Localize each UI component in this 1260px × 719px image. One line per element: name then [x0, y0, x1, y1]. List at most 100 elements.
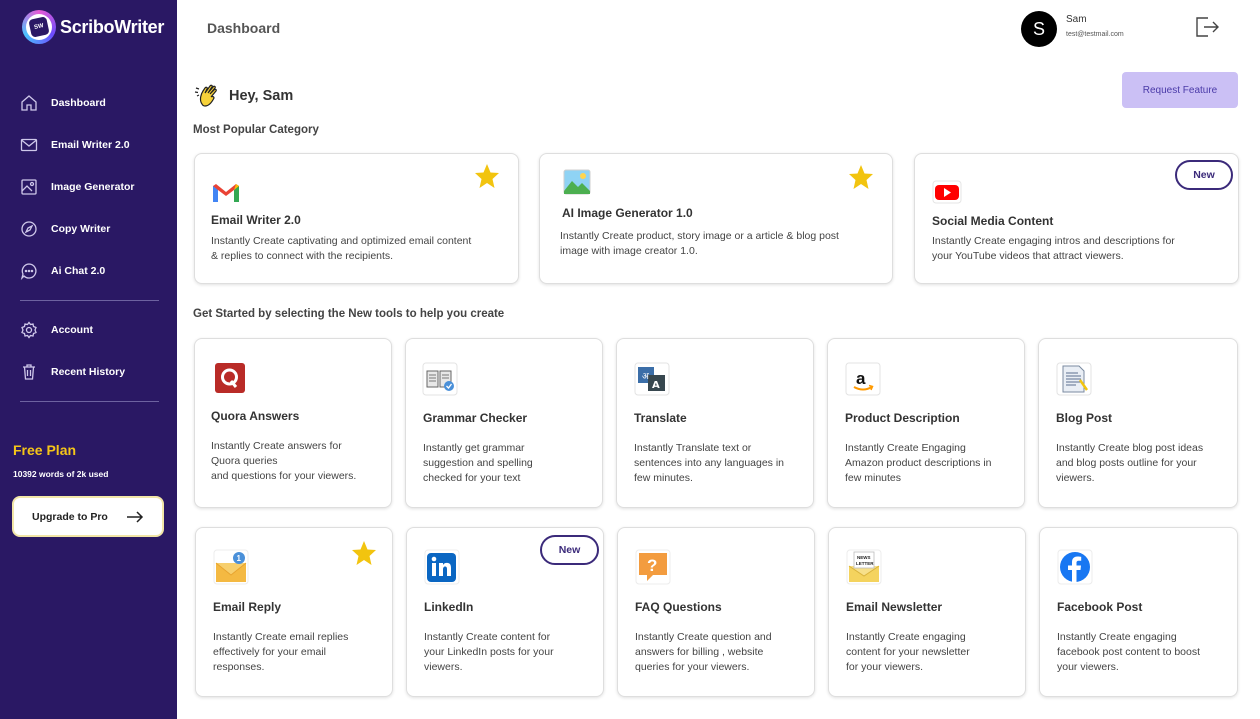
sidebar-item-label: Copy Writer [51, 223, 111, 235]
sidebar-item-label: Ai Chat 2.0 [51, 265, 106, 277]
greeting-text: Hey, Sam [229, 88, 294, 104]
star-icon [352, 541, 376, 565]
tool-card-faq-questions[interactable]: ? FAQ Questions Instantly Create questio… [617, 527, 815, 697]
upgrade-button-label: Upgrade to Pro [32, 510, 108, 523]
popular-section-title: Most Popular Category [193, 124, 319, 136]
logo-badge-icon: SW [22, 10, 56, 44]
sidebar-item-email-writer[interactable]: Email Writer 2.0 [0, 124, 177, 166]
quora-icon [215, 363, 245, 393]
waving-hand-icon [194, 84, 217, 107]
sidebar-item-recent-history[interactable]: Recent History [0, 351, 177, 393]
logout-button[interactable] [1194, 15, 1220, 39]
greeting: Hey, Sam [193, 82, 293, 110]
gmail-icon [213, 184, 239, 202]
sidebar-item-ai-chat[interactable]: Ai Chat 2.0 [0, 250, 177, 292]
svg-text:NEWS: NEWS [857, 555, 871, 560]
card-description: Instantly Create captivating and optimiz… [211, 235, 472, 262]
youtube-icon [932, 180, 962, 204]
card-title: Social Media Content [932, 214, 1054, 228]
card-title: Facebook Post [1057, 600, 1143, 614]
arrow-right-icon [127, 510, 144, 523]
sidebar-item-dashboard[interactable]: Dashboard [0, 82, 177, 124]
logout-icon [1196, 17, 1219, 37]
tool-card-facebook-post[interactable]: Facebook Post Instantly Create engaging … [1039, 527, 1238, 697]
card-title: Translate [634, 411, 687, 425]
card-description: Instantly Create answers for Quora queri… [211, 440, 357, 482]
card-description: Instantly Translate text or sentences in… [634, 442, 785, 484]
card-title: FAQ Questions [635, 600, 722, 614]
sidebar-item-label: Recent History [51, 366, 126, 378]
trash-icon [23, 364, 35, 380]
page-title: Dashboard [207, 20, 281, 36]
card-description: Instantly Create Engaging Amazon product… [845, 442, 992, 484]
card-description: Instantly Create email replies effective… [213, 631, 349, 673]
document-icon [1056, 362, 1092, 396]
card-description: Instantly Create engaging facebook post … [1057, 631, 1201, 673]
star-icon [849, 165, 873, 189]
image-generator-icon [563, 169, 591, 195]
card-title: Quora Answers [211, 409, 300, 423]
plan-title: Free Plan [13, 442, 77, 458]
card-description: Instantly Create engaging intros and des… [932, 235, 1175, 262]
card-description: Instantly get grammar suggestion and spe… [423, 442, 533, 484]
amazon-icon: a [845, 362, 881, 396]
tool-card-translate[interactable]: अ A Translate Instantly Translate text o… [616, 338, 814, 508]
card-title: Grammar Checker [423, 411, 528, 425]
new-tools-section-title: Get Started by selecting the New tools t… [193, 308, 505, 320]
tool-card-quora-answers[interactable]: Quora Answers Instantly Create answers f… [194, 338, 392, 508]
svg-text:A: A [652, 380, 660, 391]
sidebar-item-label: Image Generator [51, 181, 135, 193]
image-icon [21, 179, 37, 195]
tool-card-email-newsletter[interactable]: NEWS LETTER Email Newsletter Instantly C… [828, 527, 1026, 697]
card-description: Instantly Create product, story image or… [560, 230, 839, 257]
sidebar-divider [20, 401, 159, 402]
sidebar-item-account[interactable]: Account [0, 309, 177, 351]
upgrade-button[interactable]: Upgrade to Pro [12, 496, 164, 537]
chat-icon [20, 263, 37, 280]
card-title: Email Reply [213, 600, 282, 614]
gear-icon [21, 321, 37, 339]
card-description: Instantly Create content for your Linked… [424, 631, 554, 673]
tool-card-grammar-checker[interactable]: Grammar Checker Instantly get grammar su… [405, 338, 603, 508]
new-badge: New [540, 535, 599, 565]
sidebar-item-copy-writer[interactable]: Copy Writer [0, 208, 177, 250]
new-badge: New [1175, 160, 1233, 190]
card-description: Instantly Create blog post ideas and blo… [1056, 442, 1204, 484]
sidebar: SW ScriboWriter Dashboard Email Writer 2… [0, 0, 177, 719]
popular-card-social-media-content[interactable]: Social Media Content Instantly Create en… [914, 153, 1239, 284]
envelope-notification-icon: 1 [213, 549, 249, 585]
tool-card-linkedin[interactable]: LinkedIn Instantly Create content for yo… [406, 527, 604, 697]
app-logo[interactable]: SW ScriboWriter [22, 10, 164, 44]
card-title: Email Newsletter [846, 600, 943, 614]
card-title: AI Image Generator 1.0 [562, 206, 693, 220]
mail-icon [20, 138, 38, 152]
compass-icon [21, 221, 37, 237]
sidebar-divider [20, 300, 159, 301]
tool-card-email-reply[interactable]: 1 Email Reply Instantly Create email rep… [195, 527, 393, 697]
sidebar-item-label: Dashboard [51, 97, 106, 109]
card-title: LinkedIn [424, 600, 474, 614]
home-icon [21, 95, 37, 111]
request-feature-button[interactable]: Request Feature [1122, 72, 1238, 108]
popular-card-email-writer[interactable]: Email Writer 2.0 Instantly Create captiv… [194, 153, 519, 284]
sidebar-item-image-generator[interactable]: Image Generator [0, 166, 177, 208]
card-title: Email Writer 2.0 [211, 213, 301, 227]
newsletter-icon: NEWS LETTER [846, 549, 882, 585]
card-description: Instantly Create question and answers fo… [635, 631, 772, 673]
popular-card-ai-image-generator[interactable]: AI Image Generator 1.0 Instantly Create … [539, 153, 893, 284]
svg-text:1: 1 [237, 554, 242, 563]
avatar[interactable]: S [1021, 11, 1057, 47]
facebook-icon [1057, 549, 1093, 585]
tool-card-product-description[interactable]: a Product Description Instantly Create E… [827, 338, 1025, 508]
card-title: Blog Post [1056, 411, 1112, 425]
sidebar-item-label: Email Writer 2.0 [51, 139, 130, 151]
book-icon [422, 362, 458, 396]
question-bubble-icon: ? [635, 549, 671, 585]
plan-usage: 10392 words of 2k used [13, 469, 109, 479]
card-description: Instantly Create engaging content for yo… [846, 631, 970, 673]
svg-text:अ: अ [642, 372, 650, 382]
tool-card-blog-post[interactable]: Blog Post Instantly Create blog post ide… [1038, 338, 1238, 508]
translate-icon: अ A [634, 362, 670, 396]
svg-text:LETTER: LETTER [856, 561, 874, 566]
user-email: test@testmail.com [1066, 31, 1124, 38]
